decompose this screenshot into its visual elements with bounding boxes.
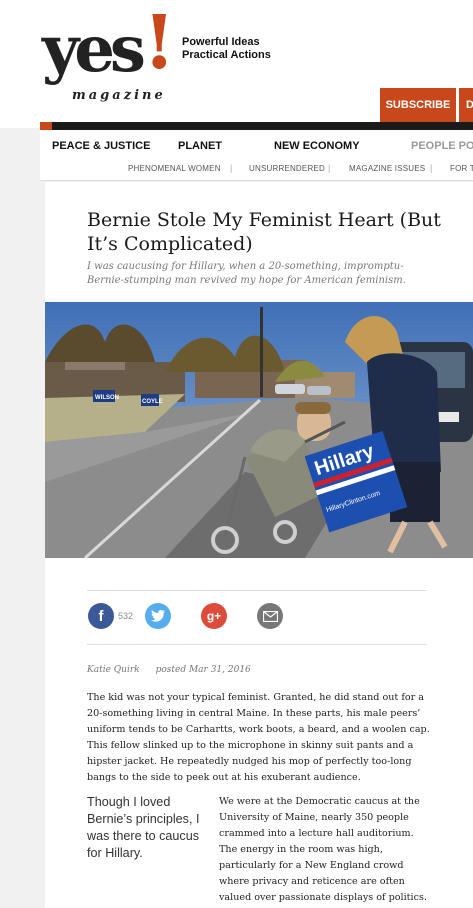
article-paragraph: We were at the Democratic caucus at the … [219,796,427,903]
photo-sign-wilson: WILSON [95,395,119,401]
logo-exclamation: ! [143,0,176,86]
nav-item-people-power[interactable]: PEOPLE POW [411,140,473,152]
subnav-divider: | [328,163,331,173]
subnav-item-unsurrendered[interactable]: UNSURRENDERED [249,164,325,173]
article-paragraph: The kid was not your typical feminist. G… [87,692,430,783]
share-divider-bottom [87,644,427,645]
site-header: yes ! magazine Powerful Ideas Practical … [0,0,473,128]
email-icon [262,610,278,622]
nav-item-peace-justice[interactable]: PEACE & JUSTICE [52,140,150,152]
article-photo: WILSON COYLE Hillary HillaryClinton.com [45,302,473,558]
nav-item-planet[interactable]: PLANET [178,140,222,152]
article-byline: Katie Quirk posted Mar 31, 2016 [87,665,251,675]
article-dek: I was caucusing for Hillary, when a 20-s… [87,261,406,286]
tagline-line-1: Powerful Ideas [182,36,260,48]
header-accent [40,122,52,130]
article-title: Bernie Stole My Feminist Heart (But It’s… [87,209,441,255]
site-tagline: Powerful Ideas Practical Actions [182,36,271,62]
subnav-item-magazine-issues[interactable]: MAGAZINE ISSUES [349,164,425,173]
donate-button[interactable]: D [459,88,473,122]
subnav-item-for-teachers[interactable]: FOR TE [450,164,473,173]
sub-nav: PHENOMENAL WOMEN | UNSURRENDERED | MAGAZ… [40,158,473,181]
logo-wordmark: yes [42,12,146,87]
post-date: posted Mar 31, 2016 [155,665,251,675]
header-divider [40,122,473,130]
email-share-button[interactable] [257,603,283,629]
share-divider-top [87,590,427,591]
twitter-icon [151,610,165,622]
main-nav: PEACE & JUSTICE PLANET NEW ECONOMY PEOPL… [40,130,473,158]
pull-quote: Though I loved Bernie’s principles, I wa… [87,795,200,860]
twitter-share-button[interactable] [145,603,171,629]
facebook-icon: f [98,607,104,625]
facebook-share-button[interactable]: f [88,603,114,629]
subnav-divider: | [230,163,233,173]
author-name[interactable]: Katie Quirk [87,665,140,675]
logo-subtitle: magazine [72,88,166,103]
subnav-item-phenomenal-women[interactable]: PHENOMENAL WOMEN [128,164,221,173]
googleplus-icon: g+ [206,609,222,623]
yes-magazine-logo[interactable]: yes ! magazine [40,6,175,113]
facebook-share-count: 532 [118,611,134,621]
photo-sign-coyle: COYLE [142,399,163,405]
googleplus-share-button[interactable]: g+ [201,603,227,629]
article-card: Bernie Stole My Feminist Heart (But It’s… [45,182,473,908]
tagline-line-2: Practical Actions [182,49,271,61]
subnav-divider: | [430,163,433,173]
subscribe-button[interactable]: SUBSCRIBE [380,88,456,122]
nav-item-new-economy[interactable]: NEW ECONOMY [274,140,360,152]
